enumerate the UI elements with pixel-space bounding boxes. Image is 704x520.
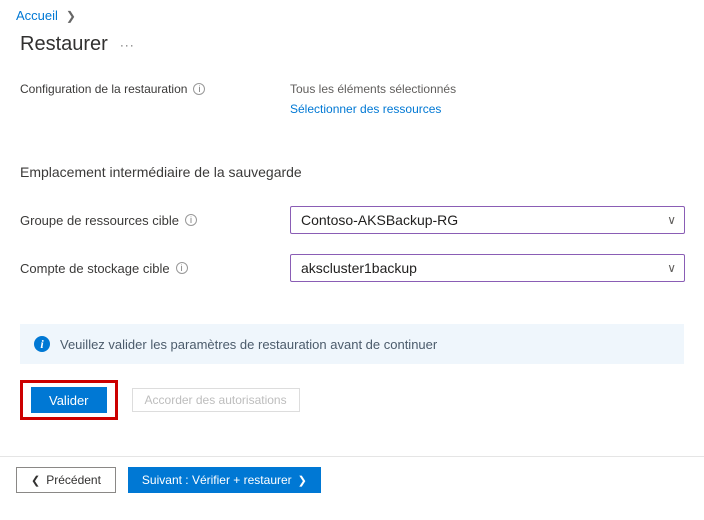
chevron-down-icon: ∨ — [667, 213, 676, 227]
info-icon[interactable]: i — [185, 214, 197, 226]
previous-label: Précédent — [46, 473, 101, 487]
info-icon[interactable]: i — [193, 83, 205, 95]
more-icon[interactable]: ··· — [120, 38, 135, 52]
resource-group-value: Contoso-AKSBackup-RG — [301, 212, 458, 228]
chevron-down-icon: ∨ — [667, 261, 676, 275]
chevron-right-icon: ❯ — [298, 474, 307, 487]
validation-alert: i Veuillez valider les paramètres de res… — [20, 324, 684, 364]
highlight-box: Valider — [20, 380, 118, 420]
previous-button[interactable]: ❮ Précédent — [16, 467, 116, 493]
select-resources-link[interactable]: Sélectionner des ressources — [290, 102, 456, 116]
breadcrumb: Accueil ❯ — [16, 0, 688, 27]
alert-message: Veuillez valider les paramètres de resta… — [60, 337, 437, 352]
config-selected-text: Tous les éléments sélectionnés — [290, 82, 456, 96]
next-label: Suivant : Vérifier + restaurer — [142, 473, 292, 487]
storage-account-select[interactable]: akscluster1backup ∨ — [290, 254, 685, 282]
page-title: Restaurer — [20, 33, 108, 56]
next-button[interactable]: Suivant : Vérifier + restaurer ❯ — [128, 467, 321, 493]
info-icon: i — [34, 336, 50, 352]
validate-button[interactable]: Valider — [31, 387, 107, 413]
resource-group-select[interactable]: Contoso-AKSBackup-RG ∨ — [290, 206, 685, 234]
breadcrumb-home-link[interactable]: Accueil — [16, 8, 58, 23]
chevron-left-icon: ❮ — [31, 474, 40, 487]
grant-permissions-button: Accorder des autorisations — [132, 388, 300, 412]
staging-heading: Emplacement intermédiaire de la sauvegar… — [16, 144, 688, 200]
storage-account-value: akscluster1backup — [301, 260, 417, 276]
chevron-right-icon: ❯ — [66, 9, 76, 23]
config-label: Configuration de la restauration — [20, 82, 187, 96]
resource-group-label: Groupe de ressources cible — [20, 213, 179, 228]
info-icon[interactable]: i — [176, 262, 188, 274]
wizard-footer: ❮ Précédent Suivant : Vérifier + restaur… — [0, 456, 704, 503]
storage-account-label: Compte de stockage cible — [20, 261, 170, 276]
